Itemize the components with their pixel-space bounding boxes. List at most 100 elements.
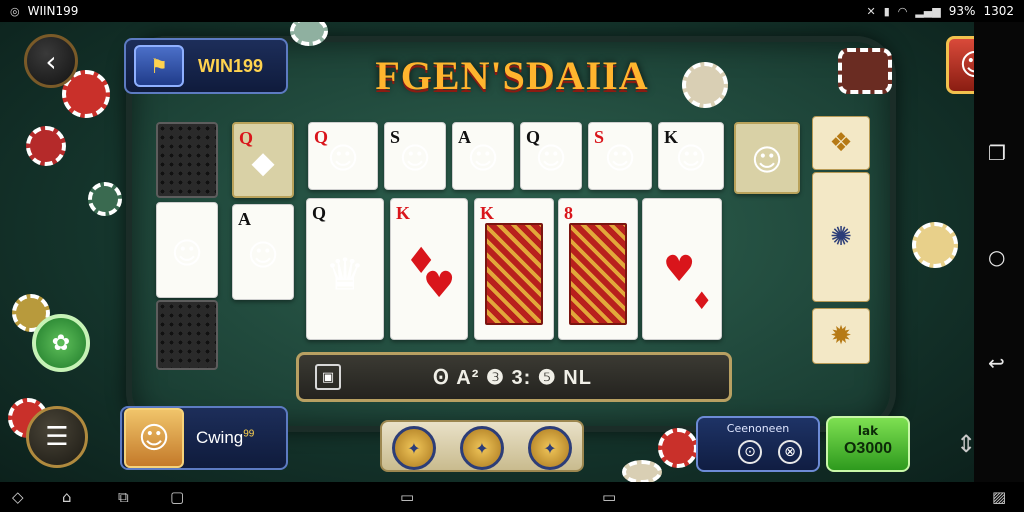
ornament-tile[interactable]: ✹	[812, 308, 870, 364]
opponent-badge: 99	[243, 428, 255, 440]
back-button[interactable]: ‹	[24, 34, 78, 88]
ornament-icon: ❖	[829, 128, 853, 158]
top-row-card[interactable]: S ☺	[588, 122, 652, 190]
bet-minus-button[interactable]: ⊙	[738, 440, 762, 464]
tablet-icon[interactable]: ▭	[400, 488, 414, 506]
brand-badge: ⚑ WIN199	[124, 38, 288, 94]
top-row-card[interactable]: ☺	[734, 122, 800, 194]
hand-card[interactable]: Q ♛	[306, 198, 384, 340]
ornament-tile[interactable]: ❖	[812, 116, 870, 170]
poker-chip	[658, 428, 698, 468]
hand-card[interactable]: ♥ ♦	[642, 198, 722, 340]
confirm-value: O3000	[843, 440, 893, 457]
card-face-icon: ◆	[251, 145, 275, 181]
top-row-card[interactable]: S ☺	[384, 122, 446, 190]
bet-cancel-button[interactable]: ⊗	[778, 440, 802, 464]
deck-card-back[interactable]	[156, 300, 218, 370]
square-icon[interactable]: ▣	[315, 364, 341, 390]
card-face-icon: ☺	[604, 141, 636, 177]
hamburger-icon: ☰	[45, 422, 69, 452]
card-face-icon: ☺	[675, 141, 707, 177]
card-rank: K	[480, 203, 495, 223]
screenshot-icon[interactable]: ▨	[992, 488, 1006, 506]
ornament-tile[interactable]: ✺	[812, 172, 870, 302]
status-app-name: WIIN199	[27, 4, 79, 18]
confirm-button[interactable]: lak O3000	[826, 416, 910, 472]
card-face-icon: ☺	[535, 141, 567, 177]
game-area: ‹ ⚑ WIN199 FGEN'SDAIIA ☺ Q ◆ ☺ A ☺ Q ☺ S…	[0, 22, 974, 482]
diamond-suit-icon: ♦	[691, 287, 713, 315]
opponent-panel[interactable]: ☺ Cwing99	[120, 406, 288, 470]
opponent-name: Cwing99	[196, 428, 255, 447]
hand-card[interactable]: K ♦ ♥	[390, 198, 468, 340]
top-row-card[interactable]: A ☺	[452, 122, 514, 190]
status-time: 1302	[983, 4, 1014, 18]
card-rank: S	[594, 127, 605, 147]
medal-icon[interactable]: ✦	[460, 426, 504, 470]
home-outline-icon[interactable]: ⌂	[62, 488, 72, 506]
card-ornament	[485, 223, 543, 325]
navigation-bar: ◇ ⌂ ⧉ ▢ ▭ ▭ ▨	[0, 482, 1024, 512]
top-row-card[interactable]: K ☺	[658, 122, 724, 190]
ornament-icon: ✹	[830, 321, 852, 351]
window-icon[interactable]: ▢	[170, 488, 184, 506]
player-avatar[interactable]: ☺	[946, 36, 974, 94]
card-rank: A	[238, 209, 251, 229]
deck-card-back[interactable]	[156, 122, 218, 198]
poker-chip	[838, 48, 892, 94]
game-title: FGEN'SDAIIA	[375, 53, 649, 98]
system-rail: ❐ ○ ↩	[974, 22, 1024, 482]
left-card[interactable]: A ☺	[232, 204, 294, 300]
rotate-icon[interactable]: ◇	[12, 488, 24, 506]
bet-panel: Ceenoneen ⊙ ⊗	[696, 416, 820, 472]
bet-label: Ceenoneen	[726, 422, 790, 435]
poker-chip	[26, 126, 66, 166]
ornament-icon: ✺	[830, 222, 852, 252]
signal-icon: ▂▄▆	[915, 4, 941, 18]
queen-figure-icon: ♛	[325, 249, 365, 301]
hand-card[interactable]: 8	[558, 198, 638, 340]
action-bar[interactable]: ▣ Ꙩ A² ❸ 3: ❺ NL	[296, 352, 732, 402]
menu-button[interactable]: ☰	[26, 406, 88, 468]
card-face-icon: ☺	[399, 141, 431, 177]
status-bar: ◎ WIIN199 ✕ ▮ ◠ ▂▄▆ 93% 1302	[0, 0, 1024, 22]
left-card[interactable]: Q ◆	[232, 122, 294, 198]
card-ornament	[569, 223, 627, 325]
medal-icon[interactable]: ✦	[392, 426, 436, 470]
wifi-icon: ◠	[897, 4, 908, 18]
card-face-icon: ☺	[751, 143, 783, 179]
medal-tray: ✦ ✦ ✦	[380, 420, 584, 472]
card-rank: Q	[314, 127, 329, 147]
vibrate-icon: ▮	[883, 4, 890, 18]
recent-apps-icon[interactable]: ❐	[988, 142, 1006, 164]
home-icon[interactable]: ○	[988, 246, 1005, 268]
card-rank: Q	[312, 203, 327, 223]
medal-icon[interactable]: ✦	[528, 426, 572, 470]
heart-suit-icon: ♥	[663, 249, 696, 290]
stack-icon[interactable]: ⧉	[118, 488, 129, 506]
top-row-card[interactable]: Q ☺	[520, 122, 582, 190]
brand-logo-icon: ⚑	[134, 45, 184, 87]
chip-emblem-icon: ✿	[51, 330, 71, 356]
confirm-label: lak	[857, 424, 879, 438]
card-face-icon: ☺	[247, 238, 279, 274]
card-rank: 8	[564, 203, 573, 223]
top-row-card[interactable]: Q ☺	[308, 122, 378, 190]
green-chip-button[interactable]: ✿	[32, 314, 90, 372]
poker-chip	[682, 62, 728, 108]
hand-card[interactable]: K	[474, 198, 554, 340]
heart-suit-icon: ♥	[423, 265, 456, 306]
opponent-avatar: ☺	[124, 408, 184, 468]
avatar-icon: ☺	[959, 48, 974, 83]
poker-chip	[88, 182, 122, 216]
vertical-resize-icon[interactable]: ⇕	[956, 430, 974, 458]
battery-percent: 93%	[948, 4, 976, 18]
card-rank: K	[396, 203, 411, 223]
app-notification-icon: ◎	[10, 4, 20, 18]
back-arrow-icon[interactable]: ↩	[988, 352, 1005, 374]
tablet-icon[interactable]: ▭	[602, 488, 616, 506]
mute-icon: ✕	[866, 4, 876, 18]
left-card[interactable]: ☺	[156, 202, 218, 298]
brand-name: WIN199	[198, 55, 264, 76]
action-text: Ꙩ A² ❸ 3: ❺ NL	[433, 366, 592, 389]
